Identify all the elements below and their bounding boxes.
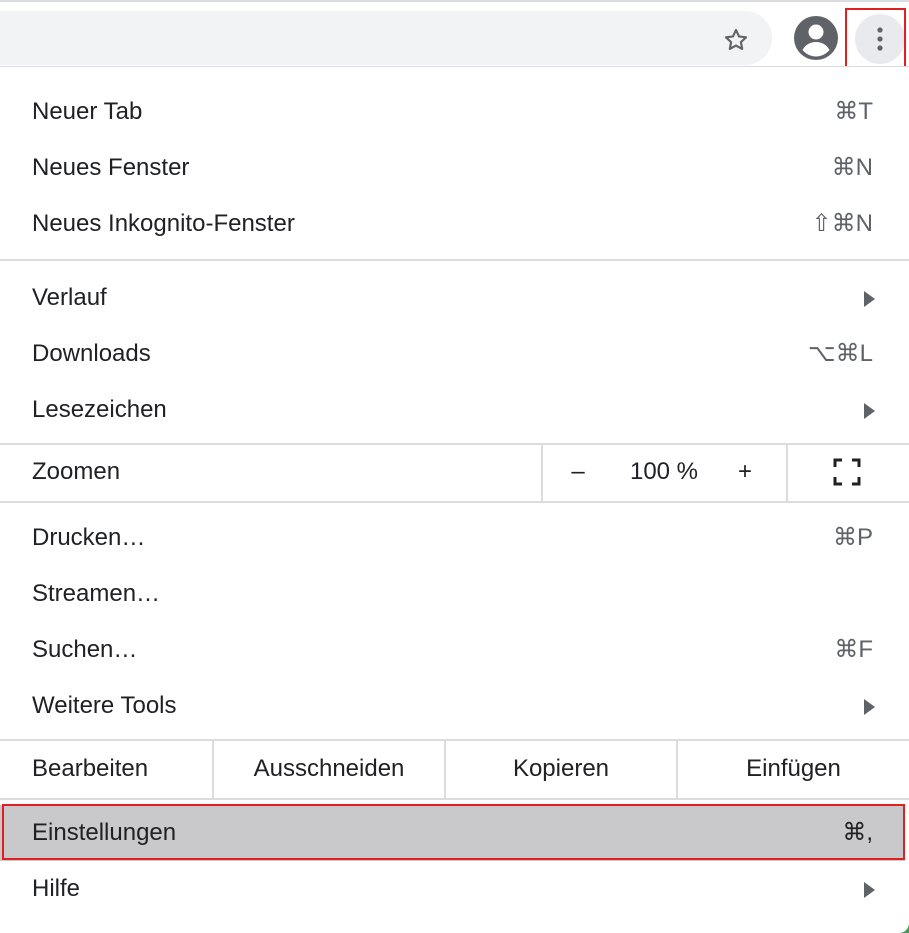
zoom-level: 100 % xyxy=(629,458,699,485)
menu-item-history[interactable]: Verlauf xyxy=(0,270,909,326)
menu-item-more-tools[interactable]: Weitere Tools xyxy=(0,678,909,734)
menu-item-print[interactable]: Drucken… ⌘P xyxy=(0,510,909,566)
menu-item-shortcut: ⌘T xyxy=(834,98,873,125)
fullscreen-button[interactable] xyxy=(820,457,874,487)
menu-item-label: Streamen… xyxy=(32,580,161,607)
copy-button[interactable]: Kopieren xyxy=(446,739,676,799)
menu-item-shortcut: ⇧⌘N xyxy=(811,210,873,237)
edit-label: Bearbeiten xyxy=(32,755,149,782)
chrome-main-menu: Neuer Tab ⌘T Neues Fenster ⌘N Neues Inko… xyxy=(0,66,909,933)
menu-item-shortcut: ⌥⌘L xyxy=(807,340,873,367)
menu-item-label: Neuer Tab xyxy=(32,98,143,125)
menu-item-find[interactable]: Suchen… ⌘F xyxy=(0,622,909,678)
menu-item-label: Suchen… xyxy=(32,636,138,663)
menu-separator xyxy=(0,798,909,800)
edit-row: Bearbeiten Ausschneiden Kopieren Einfüge… xyxy=(0,739,909,799)
star-outline-icon xyxy=(724,29,748,51)
submenu-arrow-icon xyxy=(864,403,875,419)
menu-item-downloads[interactable]: Downloads ⌥⌘L xyxy=(0,326,909,382)
menu-item-label: Lesezeichen xyxy=(32,396,167,423)
annotation-box-settings xyxy=(2,804,905,860)
account-circle-icon xyxy=(794,16,838,60)
zoom-out-button[interactable]: – xyxy=(556,443,600,501)
menu-item-shortcut: ⌘N xyxy=(831,154,873,181)
browser-toolbar xyxy=(0,0,909,68)
profile-button[interactable] xyxy=(792,14,840,62)
cut-button[interactable]: Ausschneiden xyxy=(214,739,444,799)
menu-item-shortcut: ⌘P xyxy=(832,524,873,551)
menu-item-label: Neues Inkognito-Fenster xyxy=(32,210,295,237)
menu-item-help[interactable]: Hilfe xyxy=(0,861,909,917)
submenu-arrow-icon xyxy=(864,882,875,898)
zoom-label: Zoomen xyxy=(32,458,121,485)
menu-item-cast[interactable]: Streamen… xyxy=(0,566,909,622)
submenu-arrow-icon xyxy=(864,699,875,715)
menu-item-label: Hilfe xyxy=(32,875,81,902)
zoom-divider xyxy=(541,443,543,501)
menu-item-label: Downloads xyxy=(32,340,151,367)
address-bar[interactable] xyxy=(0,11,772,65)
fullscreen-icon xyxy=(833,458,861,486)
toolbar-divider xyxy=(0,0,909,2)
zoom-in-button[interactable]: + xyxy=(723,443,767,501)
menu-item-new-window[interactable]: Neues Fenster ⌘N xyxy=(0,140,909,196)
paste-button[interactable]: Einfügen xyxy=(678,739,909,799)
menu-item-new-tab[interactable]: Neuer Tab ⌘T xyxy=(0,84,909,140)
menu-item-label: Neues Fenster xyxy=(32,154,190,181)
menu-item-label: Drucken… xyxy=(32,524,146,551)
zoom-divider xyxy=(786,443,788,501)
menu-separator xyxy=(0,259,909,261)
submenu-arrow-icon xyxy=(864,291,875,307)
menu-item-label: Weitere Tools xyxy=(32,692,177,719)
menu-item-bookmarks[interactable]: Lesezeichen xyxy=(0,382,909,438)
menu-item-shortcut: ⌘F xyxy=(834,636,873,663)
menu-separator xyxy=(0,501,909,503)
zoom-row: Zoomen – 100 % + xyxy=(0,443,909,501)
menu-item-new-incognito-window[interactable]: Neues Inkognito-Fenster ⇧⌘N xyxy=(0,196,909,252)
annotation-box-menu-button xyxy=(845,8,906,68)
bookmark-star-button[interactable] xyxy=(714,18,758,62)
menu-item-label: Verlauf xyxy=(32,284,107,311)
